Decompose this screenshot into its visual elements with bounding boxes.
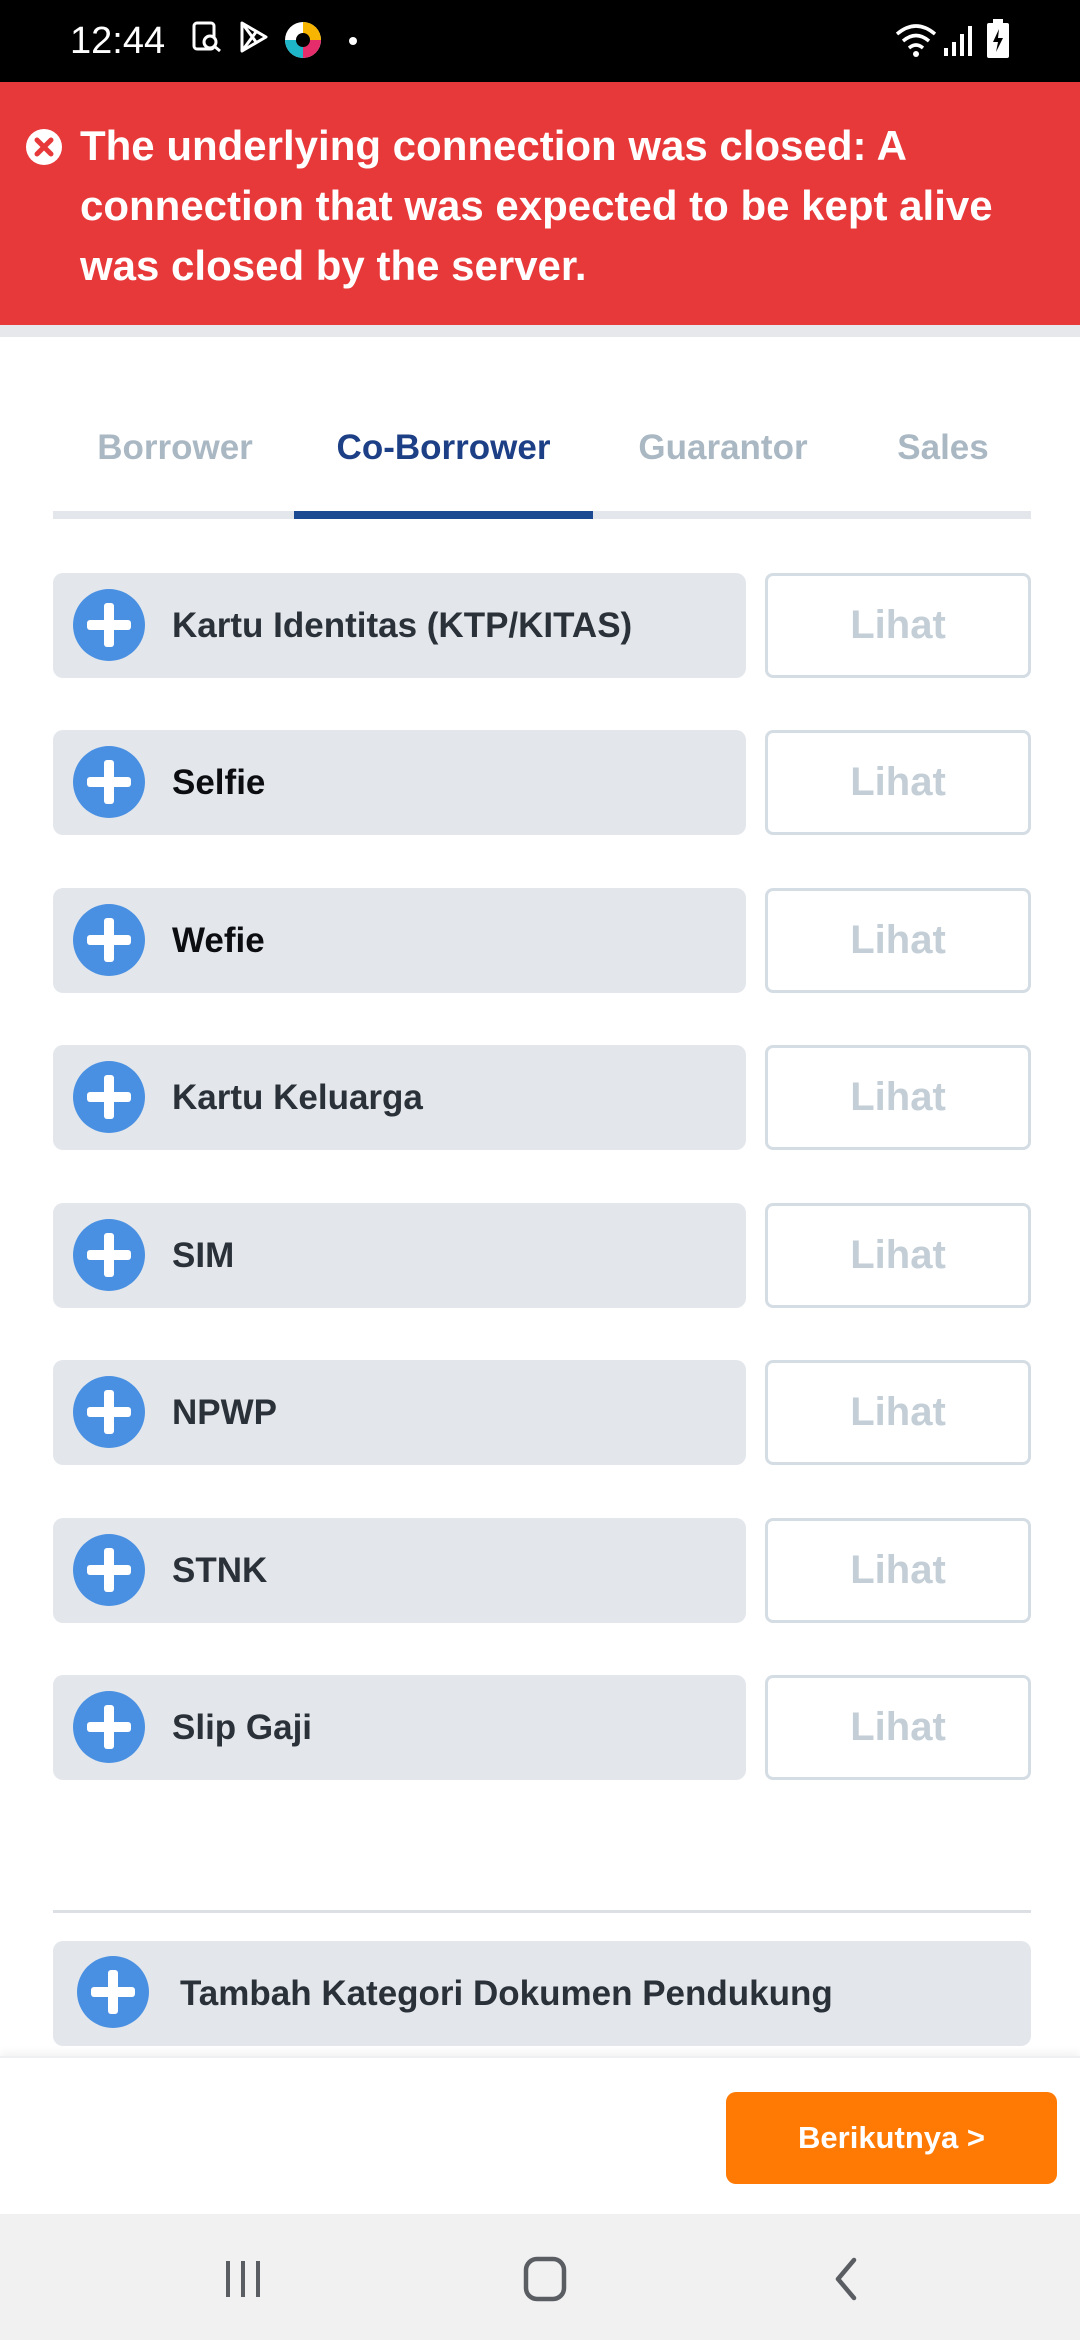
document-upload-kartu-keluarga[interactable]: Kartu Keluarga	[53, 1045, 746, 1150]
plus-circle-icon	[73, 746, 145, 818]
add-category-button[interactable]: Tambah Kategori Dokumen Pendukung	[53, 1941, 1031, 2046]
tab-sales[interactable]: Sales	[868, 420, 1018, 476]
signal-icon	[944, 26, 972, 56]
back-icon[interactable]	[818, 2254, 878, 2304]
document-label: NPWP	[172, 1393, 277, 1432]
tab-indicator	[294, 511, 593, 519]
tab-guarantor[interactable]: Guarantor	[613, 420, 833, 476]
lihat-button[interactable]: Lihat	[765, 573, 1031, 678]
lihat-button[interactable]: Lihat	[765, 1360, 1031, 1465]
banner-shadow	[0, 325, 1080, 337]
wifi-icon	[895, 24, 937, 57]
document-upload-npwp[interactable]: NPWP	[53, 1360, 746, 1465]
document-label: Slip Gaji	[172, 1708, 313, 1747]
plus-circle-icon	[73, 1061, 145, 1133]
tab-co-borrower[interactable]: Co-Borrower	[294, 420, 593, 476]
tab-borrower[interactable]: Borrower	[75, 420, 275, 476]
document-label: Kartu Identitas (KTP/KITAS)	[172, 606, 633, 645]
next-button[interactable]: Berikutnya >	[726, 2092, 1057, 2184]
lihat-button[interactable]: Lihat	[765, 1675, 1031, 1780]
document-upload-wefie[interactable]: Wefie	[53, 888, 746, 993]
play-store-icon	[240, 21, 268, 53]
document-label: Kartu Keluarga	[172, 1078, 423, 1117]
plus-circle-icon	[73, 1376, 145, 1448]
document-upload-ktp[interactable]: Kartu Identitas (KTP/KITAS)	[53, 573, 746, 678]
lihat-button[interactable]: Lihat	[765, 1045, 1031, 1150]
document-row-sim: SIM Lihat	[53, 1203, 1031, 1308]
screenshot-icon	[192, 21, 221, 53]
battery-icon	[987, 19, 1009, 58]
dot-icon	[349, 37, 357, 45]
document-row-slip-gaji: Slip Gaji Lihat	[53, 1675, 1031, 1780]
error-message: The underlying connection was closed: A …	[80, 122, 993, 289]
plus-circle-icon	[73, 1219, 145, 1291]
plus-circle-icon	[73, 589, 145, 661]
divider	[53, 1910, 1031, 1913]
add-category-label: Tambah Kategori Dokumen Pendukung	[180, 1974, 833, 2013]
status-time: 12:44	[70, 20, 166, 62]
document-upload-slip-gaji[interactable]: Slip Gaji	[53, 1675, 746, 1780]
document-row-stnk: STNK Lihat	[53, 1518, 1031, 1623]
recent-apps-icon[interactable]	[213, 2254, 273, 2304]
document-label: Wefie	[172, 921, 265, 960]
lihat-button[interactable]: Lihat	[765, 730, 1031, 835]
document-row-ktp: Kartu Identitas (KTP/KITAS) Lihat	[53, 573, 1031, 678]
document-upload-selfie[interactable]: Selfie	[53, 730, 746, 835]
status-bar: 12:44	[0, 0, 1080, 82]
plus-circle-icon	[73, 904, 145, 976]
document-row-npwp: NPWP Lihat	[53, 1360, 1031, 1465]
lihat-button[interactable]: Lihat	[765, 1203, 1031, 1308]
lihat-button[interactable]: Lihat	[765, 888, 1031, 993]
error-banner: The underlying connection was closed: A …	[0, 82, 1080, 325]
plus-circle-icon	[73, 1534, 145, 1606]
plus-circle-icon	[77, 1956, 149, 2028]
document-label: SIM	[172, 1236, 235, 1275]
document-row-kartu-keluarga: Kartu Keluarga Lihat	[53, 1045, 1031, 1150]
document-label: Selfie	[172, 763, 266, 802]
close-circle-icon[interactable]	[24, 127, 64, 167]
document-label: STNK	[172, 1551, 268, 1590]
document-row-selfie: Selfie Lihat	[53, 730, 1031, 835]
plus-circle-icon	[73, 1691, 145, 1763]
document-upload-sim[interactable]: SIM	[53, 1203, 746, 1308]
app-icon	[285, 22, 321, 58]
home-icon[interactable]	[515, 2254, 575, 2304]
lihat-button[interactable]: Lihat	[765, 1518, 1031, 1623]
document-upload-stnk[interactable]: STNK	[53, 1518, 746, 1623]
document-row-wefie: Wefie Lihat	[53, 888, 1031, 993]
